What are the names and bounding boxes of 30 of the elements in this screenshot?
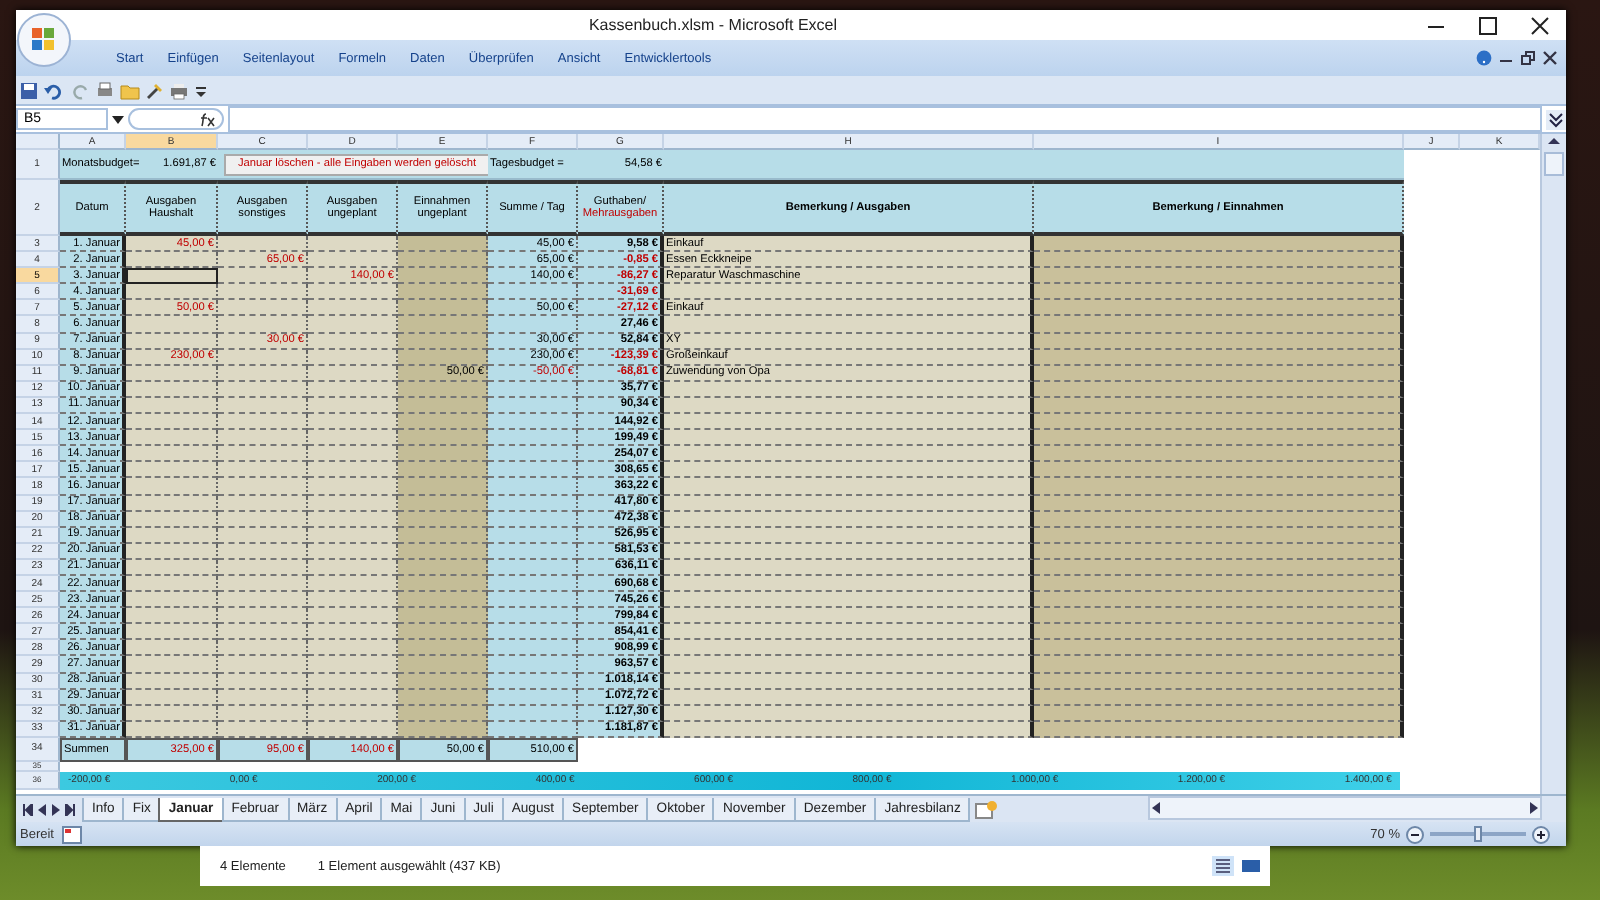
formula-input[interactable] bbox=[228, 106, 1542, 132]
vertical-scrollbar[interactable] bbox=[1540, 134, 1566, 794]
undo-icon[interactable] bbox=[44, 81, 66, 99]
insert-function-button[interactable] bbox=[128, 108, 224, 130]
macro-record-icon[interactable] bbox=[61, 825, 82, 843]
scroll-thumb[interactable] bbox=[1544, 152, 1564, 176]
tiles-view-icon[interactable] bbox=[1240, 856, 1262, 876]
scroll-left-icon[interactable] bbox=[1150, 800, 1162, 816]
restore-icon[interactable] bbox=[1520, 50, 1536, 66]
window-title: Kassenbuch.xlsm - Microsoft Excel bbox=[586, 16, 840, 34]
sheet-nav-icon[interactable] bbox=[22, 804, 34, 816]
sheet-nav-icon[interactable] bbox=[64, 804, 76, 816]
horizontal-scrollbar[interactable] bbox=[1148, 796, 1542, 820]
brush-icon[interactable] bbox=[146, 81, 164, 99]
dropdown-icon[interactable] bbox=[112, 113, 124, 125]
customize-menu-icon[interactable] bbox=[194, 81, 208, 99]
zoom-out-icon[interactable] bbox=[1406, 825, 1424, 843]
insert-sheet-icon[interactable] bbox=[974, 800, 999, 820]
zoom-in-icon[interactable] bbox=[1532, 825, 1550, 843]
fx-icon bbox=[198, 111, 216, 127]
zoom-slider-thumb[interactable] bbox=[1474, 826, 1482, 842]
print-icon[interactable] bbox=[96, 81, 114, 99]
close-icon[interactable] bbox=[1542, 50, 1558, 66]
details-view-icon[interactable] bbox=[1212, 856, 1234, 876]
help-icon[interactable] bbox=[1476, 50, 1492, 66]
scroll-right-icon[interactable] bbox=[1528, 800, 1540, 816]
expand-icon[interactable] bbox=[1546, 109, 1566, 129]
save-icon[interactable] bbox=[20, 81, 38, 99]
selected-cell[interactable] bbox=[126, 268, 218, 285]
printer-icon[interactable] bbox=[170, 81, 188, 99]
